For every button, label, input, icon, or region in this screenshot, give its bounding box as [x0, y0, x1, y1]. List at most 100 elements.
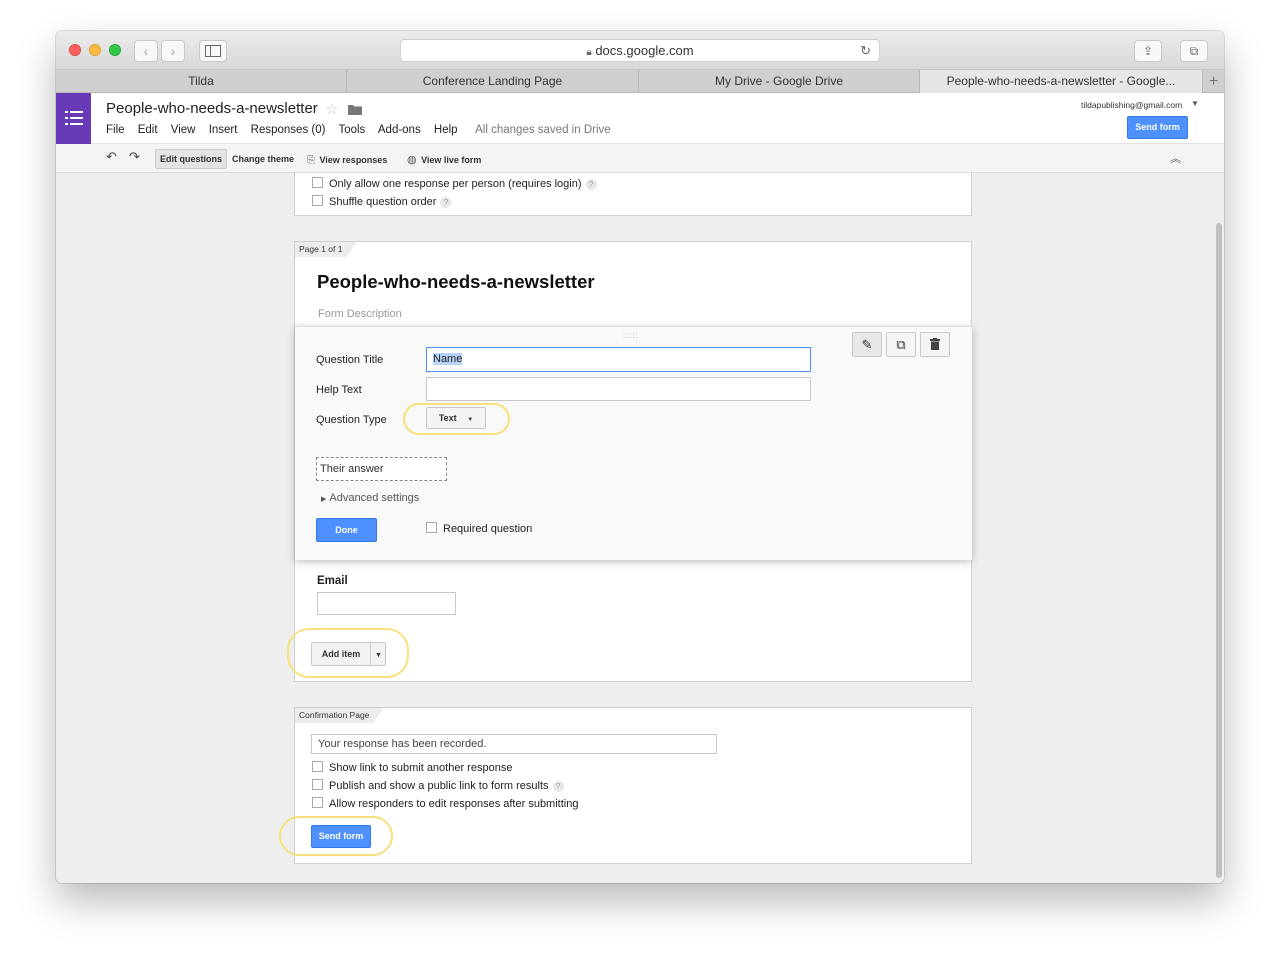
required-question-option[interactable]: Required question [426, 522, 532, 535]
confirmation-page-label: Confirmation Page [295, 708, 383, 723]
one-response-option[interactable]: Only allow one response per person (requ… [312, 177, 597, 190]
help-text-label: Help Text [316, 384, 362, 396]
browser-tab-active[interactable]: People-who-needs-a-newsletter - Google..… [920, 70, 1203, 93]
view-responses-label: View responses [319, 155, 388, 165]
form-description[interactable]: Form Description [318, 308, 402, 320]
advanced-settings-toggle[interactable]: ▶ Advanced settings [321, 492, 419, 504]
question-title-label: Question Title [316, 354, 384, 366]
forms-list-icon [64, 111, 83, 125]
account-email[interactable]: tildapublishing@gmail.com [1081, 100, 1182, 110]
show-link-label: Show link to submit another response [329, 762, 513, 774]
menu-insert[interactable]: Insert [209, 124, 238, 136]
question-editor-card: ::::: ✎ ⧉ Question Title Name Help Text … [295, 326, 972, 560]
tab-overview-icon: ⧉ [1189, 44, 1199, 58]
one-response-checkbox[interactable] [312, 177, 323, 188]
plus-icon: + [1208, 73, 1219, 90]
menu-addons[interactable]: Add-ons [378, 124, 421, 136]
delete-question-button[interactable] [920, 332, 950, 357]
globe-icon: ◍ [407, 154, 417, 166]
shuffle-label: Shuffle question order [329, 196, 437, 208]
responses-icon: ⎘ [307, 155, 315, 166]
triangle-right-icon: ▶ [321, 496, 327, 503]
menu-edit[interactable]: Edit [138, 124, 158, 136]
undo-icon[interactable]: ↶ [106, 149, 117, 165]
menu-responses[interactable]: Responses (0) [251, 124, 326, 136]
browser-tab[interactable]: Tilda [56, 70, 347, 93]
menu-bar: File Edit View Insert Responses (0) Tool… [106, 124, 611, 136]
question-type-highlight [403, 403, 510, 435]
address-bar[interactable]: 🔒︎ docs.google.com ↻ [400, 39, 880, 62]
duplicate-question-button[interactable]: ⧉ [886, 332, 916, 357]
publish-results-option[interactable]: Publish and show a public link to form r… [312, 779, 564, 792]
scrollbar[interactable] [1216, 223, 1222, 878]
browser-tab[interactable]: My Drive - Google Drive [639, 70, 920, 93]
browser-tab[interactable]: Conference Landing Page [347, 70, 639, 93]
help-icon[interactable]: ? [585, 179, 597, 190]
allow-edit-checkbox[interactable] [312, 797, 323, 808]
forward-button[interactable]: › [161, 40, 185, 62]
required-label: Required question [443, 523, 533, 535]
collapse-toolbar-icon[interactable]: ︽ [1170, 150, 1181, 166]
menu-view[interactable]: View [171, 124, 196, 136]
shuffle-option[interactable]: Shuffle question order? [312, 195, 452, 208]
chevron-left-icon: ‹ [143, 43, 149, 59]
change-theme-button[interactable]: Change theme [228, 149, 298, 169]
close-window-icon[interactable] [69, 44, 81, 56]
required-checkbox[interactable] [426, 522, 437, 533]
lock-icon: 🔒︎ [586, 47, 592, 58]
send-form-highlight [279, 816, 393, 856]
zoom-window-icon[interactable] [109, 44, 121, 56]
menu-file[interactable]: File [106, 124, 125, 136]
copy-icon: ⧉ [896, 337, 906, 352]
page-label: Page 1 of 1 [295, 242, 356, 257]
confirmation-message-input[interactable]: Your response has been recorded. [311, 734, 717, 754]
menu-help[interactable]: Help [434, 124, 458, 136]
done-button[interactable]: Done [316, 518, 377, 542]
show-link-option[interactable]: Show link to submit another response [312, 761, 512, 774]
chevron-down-icon[interactable]: ▼ [1191, 99, 1199, 108]
sidebar-icon [205, 45, 221, 57]
show-link-checkbox[interactable] [312, 761, 323, 772]
document-title[interactable]: People-who-needs-a-newsletter [106, 100, 318, 117]
browser-tab-bar: Tilda Conference Landing Page My Drive -… [56, 70, 1224, 93]
edit-question-button[interactable]: ✎ [852, 332, 882, 357]
forms-logo[interactable] [56, 93, 91, 144]
help-icon[interactable]: ? [552, 781, 564, 792]
question-title-value: Name [433, 353, 463, 365]
menu-tools[interactable]: Tools [338, 124, 365, 136]
drag-handle[interactable]: ::::: [623, 331, 639, 340]
allow-edit-option[interactable]: Allow responders to edit responses after… [312, 797, 578, 810]
back-button[interactable]: ‹ [134, 40, 158, 62]
minimize-window-icon[interactable] [89, 44, 101, 56]
send-form-header-button[interactable]: Send form [1127, 116, 1188, 139]
shuffle-checkbox[interactable] [312, 195, 323, 206]
view-responses-button[interactable]: ⎘ View responses [307, 149, 387, 169]
sidebar-button[interactable] [199, 40, 227, 62]
question-title-input[interactable]: Name [426, 347, 811, 372]
edit-questions-button[interactable]: Edit questions [155, 149, 228, 169]
reload-icon[interactable]: ↻ [860, 40, 871, 62]
publish-results-checkbox[interactable] [312, 779, 323, 790]
form-title[interactable]: People-who-needs-a-newsletter [317, 271, 595, 293]
share-button[interactable]: ⇪ [1134, 40, 1162, 62]
star-icon[interactable]: ☆ [325, 100, 338, 118]
url-text: docs.google.com [595, 43, 694, 58]
one-response-label: Only allow one response per person (requ… [329, 178, 582, 190]
browser-window: ‹ › 🔒︎ docs.google.com ↻ ⇪ ⧉ Tilda Confe… [56, 31, 1224, 883]
publish-results-label: Publish and show a public link to form r… [329, 780, 549, 792]
allow-edit-label: Allow responders to edit responses after… [329, 798, 579, 810]
browser-titlebar: ‹ › 🔒︎ docs.google.com ↻ ⇪ ⧉ [56, 31, 1224, 70]
view-live-form-button[interactable]: ◍ View live form [407, 149, 481, 169]
redo-icon[interactable]: ↷ [129, 149, 140, 165]
question-type-label: Question Type [316, 414, 387, 426]
new-tab-button[interactable]: + [1203, 70, 1224, 93]
forms-header: People-who-needs-a-newsletter ☆ File Edi… [56, 93, 1224, 144]
pencil-icon: ✎ [861, 337, 873, 352]
chevron-right-icon: › [170, 43, 176, 59]
folder-icon[interactable] [348, 104, 362, 115]
tab-overview-button[interactable]: ⧉ [1180, 40, 1208, 62]
help-icon[interactable]: ? [440, 197, 452, 208]
advanced-settings-label: Advanced settings [329, 492, 420, 504]
help-text-input[interactable] [426, 377, 811, 401]
email-answer-preview [317, 592, 456, 615]
